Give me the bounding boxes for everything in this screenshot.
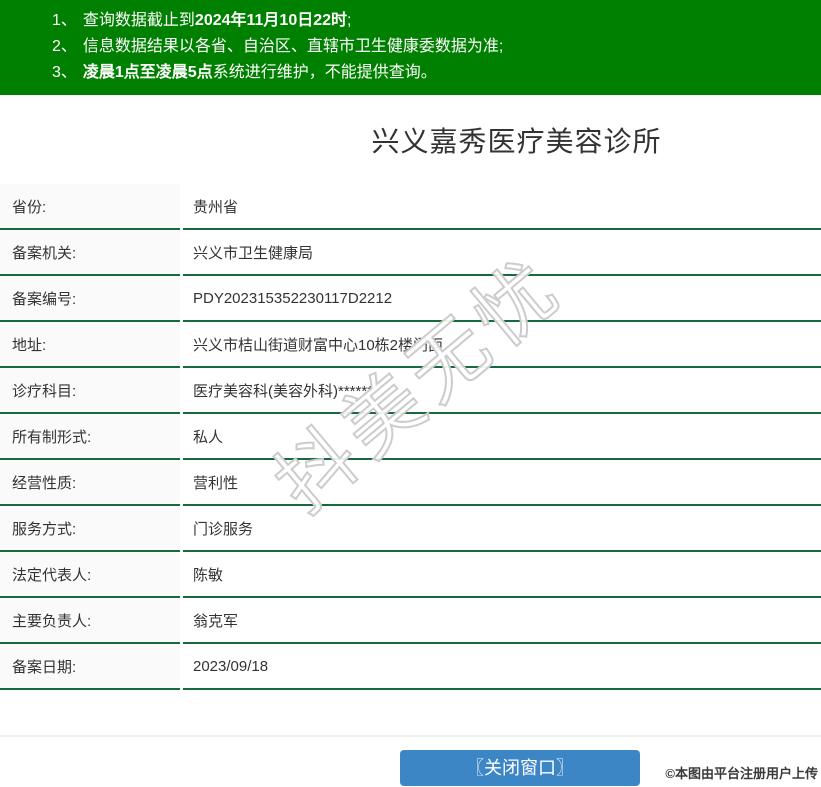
row-label: 服务方式: <box>0 506 180 552</box>
notice-text: 信息数据结果以各省、自治区、直辖市卫生健康委数据为准; <box>82 38 504 55</box>
notice-number: 2、 <box>52 38 77 55</box>
notice-text: ; <box>347 12 352 29</box>
row-value: 兴义市卫生健康局 <box>183 230 821 276</box>
row-value: 贵州省 <box>183 184 821 230</box>
notice-line-3: 3、 凌晨1点至凌晨5点系统进行维护，不能提供查询。 <box>52 60 811 86</box>
row-value: 2023/09/18 <box>183 644 821 690</box>
table-row: 法定代表人: 陈敏 <box>0 552 821 598</box>
table-row: 地址: 兴义市桔山街道财富中心10栋2楼门面 <box>0 322 821 368</box>
table-row: 诊疗科目: 医疗美容科(美容外科)****** <box>0 368 821 414</box>
row-value: 营利性 <box>183 460 821 506</box>
notice-line-1: 1、 查询数据截止到2024年11月10日22时; <box>52 8 811 34</box>
row-label: 主要负责人: <box>0 598 180 644</box>
row-value: 陈敏 <box>183 552 821 598</box>
page-title: 兴义嘉秀医疗美容诊所 <box>371 125 662 157</box>
row-label: 地址: <box>0 322 180 368</box>
table-row: 备案编号: PDY202315352230117D2212 <box>0 276 821 322</box>
table-row: 经营性质: 营利性 <box>0 460 821 506</box>
notice-banner: 1、 查询数据截止到2024年11月10日22时; 2、 信息数据结果以各省、自治区… <box>0 0 821 95</box>
table-row: 备案日期: 2023/09/18 <box>0 644 821 690</box>
row-value: 翁克军 <box>183 598 821 644</box>
table-row: 省份: 贵州省 <box>0 184 821 230</box>
row-value: 医疗美容科(美容外科)****** <box>183 368 821 414</box>
row-value: 门诊服务 <box>183 506 821 552</box>
row-value: 私人 <box>183 414 821 460</box>
clinic-info-table: 省份: 贵州省 备案机关: 兴义市卫生健康局 备案编号: PDY20231535… <box>0 184 821 690</box>
notice-text-bold: 2024年11月10日22时 <box>194 12 348 29</box>
notice-line-2: 2、 信息数据结果以各省、自治区、直辖市卫生健康委数据为准; <box>52 34 811 60</box>
close-window-button[interactable]: 〖关闭窗口〗 <box>400 750 640 786</box>
row-label: 法定代表人: <box>0 552 180 598</box>
table-row: 主要负责人: 翁克军 <box>0 598 821 644</box>
notice-text-bold: 凌晨1点至凌晨5点 <box>82 64 213 81</box>
table-row: 服务方式: 门诊服务 <box>0 506 821 552</box>
title-area: 兴义嘉秀医疗美容诊所 <box>0 95 821 184</box>
table-row: 备案机关: 兴义市卫生健康局 <box>0 230 821 276</box>
footer-divider <box>0 735 821 737</box>
row-label: 所有制形式: <box>0 414 180 460</box>
notice-text: 系统进行维护，不能提供查询。 <box>212 64 437 81</box>
notice-text: 查询数据截止到 <box>82 12 195 29</box>
row-label: 备案编号: <box>0 276 180 322</box>
notice-number: 3、 <box>52 64 77 81</box>
row-label: 诊疗科目: <box>0 368 180 414</box>
notice-number: 1、 <box>52 12 77 29</box>
table-row: 所有制形式: 私人 <box>0 414 821 460</box>
row-label: 经营性质: <box>0 460 180 506</box>
row-value: PDY202315352230117D2212 <box>183 276 821 322</box>
row-label: 备案机关: <box>0 230 180 276</box>
row-label: 备案日期: <box>0 644 180 690</box>
row-value: 兴义市桔山街道财富中心10栋2楼门面 <box>183 322 821 368</box>
uploader-note: ©本图由平台注册用户上传 <box>665 766 818 781</box>
row-label: 省份: <box>0 184 180 230</box>
